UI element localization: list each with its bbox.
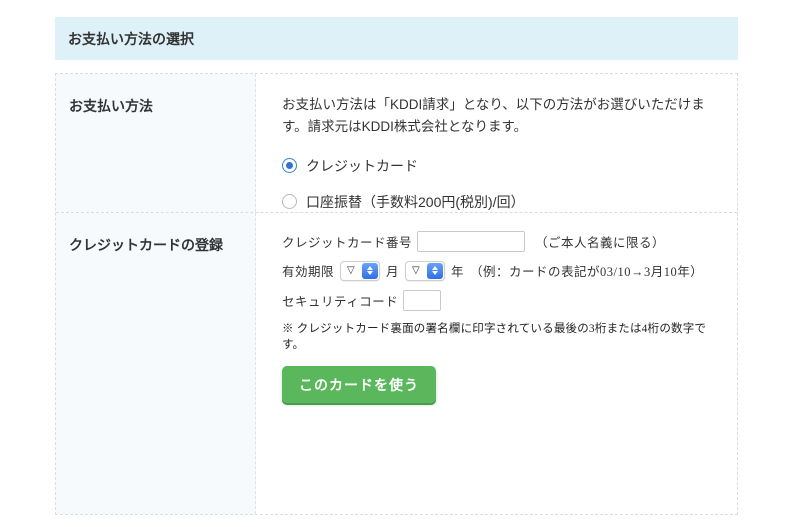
card-registration-content-cell: クレジットカード番号 （ご本人名義に限る） 有効期限 ▽ 月 ▽ 年 （例：カー… bbox=[256, 213, 737, 514]
section-header-bar: お支払い方法の選択 bbox=[55, 17, 738, 60]
radio-option-label[interactable]: クレジットカード bbox=[306, 156, 418, 176]
payment-method-content-cell: お支払い方法は「KDDI請求」となり、以下の方法がお選びいただけます。請求元はK… bbox=[256, 74, 737, 212]
card-registration-row-label: クレジットカードの登録 bbox=[69, 236, 223, 253]
radio-option-label[interactable]: 口座振替（手数料200円(税別)/回） bbox=[306, 192, 525, 212]
security-code-line: セキュリティコード bbox=[282, 289, 721, 311]
card-registration-header-cell: クレジットカードの登録 bbox=[56, 212, 256, 514]
select-stepper-icon bbox=[427, 262, 444, 279]
section-title: お支払い方法の選択 bbox=[68, 30, 194, 47]
card-number-input[interactable] bbox=[417, 230, 526, 252]
payment-method-row-label: お支払い方法 bbox=[69, 98, 153, 114]
payment-form-table: お支払い方法 お支払い方法は「KDDI請求」となり、以下の方法がお選びいただけま… bbox=[55, 73, 738, 515]
card-registration-row: クレジットカードの登録 クレジットカード番号 （ご本人名義に限る） 有効期限 ▽ bbox=[56, 211, 737, 514]
expiry-label: 有効期限 bbox=[282, 265, 335, 280]
stepper-up-icon bbox=[367, 266, 374, 271]
select-stepper-icon bbox=[362, 262, 379, 279]
expiry-month-select[interactable]: ▽ bbox=[340, 260, 381, 281]
payment-method-description: お支払い方法は「KDDI請求」となり、以下の方法がお選びいただけます。請求元はK… bbox=[282, 97, 705, 135]
payment-section: お支払い方法の選択 お支払い方法 お支払い方法は「KDDI請求」となり、以下の方… bbox=[55, 17, 738, 515]
card-number-inline-note: （ご本人名義に限る） bbox=[535, 235, 666, 250]
card-number-line: クレジットカード番号 （ご本人名義に限る） bbox=[282, 230, 721, 252]
radio-button-icon[interactable] bbox=[282, 194, 297, 210]
expiry-line: 有効期限 ▽ 月 ▽ 年 （例：カードの表記が03/10→3月10年） bbox=[282, 260, 721, 281]
payment-method-row: お支払い方法 お支払い方法は「KDDI請求」となり、以下の方法がお選びいただけま… bbox=[56, 74, 737, 212]
security-code-label: セキュリティコード bbox=[282, 294, 399, 309]
card-number-label: クレジットカード番号 bbox=[282, 235, 413, 250]
radio-option-credit-card[interactable]: クレジットカード bbox=[282, 156, 721, 176]
expiry-example-note: （例：カードの表記が03/10→3月10年） bbox=[470, 265, 704, 280]
stepper-down-icon bbox=[432, 271, 439, 276]
radio-option-bank-transfer[interactable]: 口座振替（手数料200円(税別)/回） bbox=[282, 192, 721, 212]
stepper-up-icon bbox=[432, 266, 439, 271]
radio-button-icon[interactable] bbox=[282, 158, 297, 174]
security-code-input[interactable] bbox=[403, 289, 442, 311]
stepper-down-icon bbox=[367, 271, 374, 276]
expiry-year-unit: 年 bbox=[451, 265, 465, 280]
security-code-note: ※ クレジットカード裏面の署名欄に印字されている最後の3桁または4桁の数字です。 bbox=[282, 322, 707, 351]
expiry-month-unit: 月 bbox=[386, 265, 400, 280]
payment-method-header-cell: お支払い方法 bbox=[56, 74, 256, 212]
expiry-year-selected-value: ▽ bbox=[412, 264, 420, 276]
expiry-year-select[interactable]: ▽ bbox=[405, 260, 446, 281]
expiry-month-selected-value: ▽ bbox=[347, 264, 355, 276]
use-this-card-button[interactable]: このカードを使う bbox=[282, 365, 436, 403]
